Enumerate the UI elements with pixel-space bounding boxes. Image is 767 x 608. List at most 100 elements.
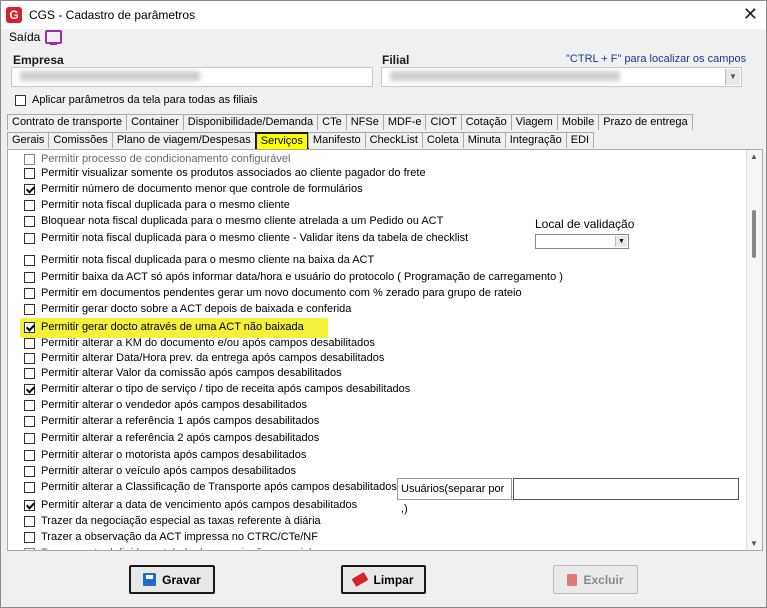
tab-cota-o[interactable]: Cotação [460,114,512,130]
scroll-up-icon[interactable]: ▲ [750,152,758,161]
tab-gerais[interactable]: Gerais [7,132,50,148]
apply-all-row[interactable]: Aplicar parâmetros da tela para todas as… [15,94,258,106]
parameter-checkbox[interactable] [24,303,35,315]
parameter-checkbox[interactable] [24,352,35,364]
scroll-thumb[interactable] [752,210,756,258]
parameter-checkbox[interactable] [24,399,35,411]
parameter-checkbox[interactable] [24,481,35,493]
parameter-checkbox[interactable] [24,199,35,211]
list-item[interactable]: Permitir alterar Valor da comissão após … [24,366,342,380]
parameter-checkbox[interactable] [24,337,35,349]
list-item[interactable]: Permitir alterar a KM do documento e/ou … [24,336,375,350]
tab-prazo-de-entrega[interactable]: Prazo de entrega [598,114,693,130]
close-icon[interactable]: ✕ [743,4,758,24]
parameter-checkbox[interactable] [24,432,35,444]
parameter-checkbox[interactable] [24,383,35,395]
tab-coleta[interactable]: Coleta [421,132,464,148]
parameter-checkbox[interactable] [24,167,35,179]
menu-saida[interactable]: Saída [9,30,40,44]
search-hint: "CTRL + F" para localizar os campos [566,53,747,65]
window-title: CGS - Cadastro de parâmetros [29,8,196,22]
tab-disponibilidade-demanda[interactable]: Disponibilidade/Demanda [182,114,319,130]
scroll-down-icon[interactable]: ▼ [750,539,758,548]
monitor-icon[interactable] [45,30,62,45]
parameter-checkbox[interactable] [24,321,35,333]
tab-cte[interactable]: CTe [317,114,347,130]
parameter-checkbox[interactable] [24,153,35,165]
list-item[interactable]: Permitir gerar docto sobre a ACT depois … [24,302,351,316]
list-item[interactable]: Trazer a observação da ACT impressa no C… [24,530,318,544]
tab-ciot[interactable]: CIOT [425,114,462,130]
tab-integra-o[interactable]: Integração [504,132,567,148]
list-item[interactable]: Permitir gerar docto através de uma ACT … [24,320,304,334]
parameter-checkbox[interactable] [24,287,35,299]
list-item[interactable]: Permitir alterar a Classificação de Tran… [24,480,410,494]
parameter-checkbox[interactable] [24,215,35,227]
list-item[interactable]: Permitir nota fiscal duplicada para o me… [24,198,290,212]
local-validacao-select[interactable]: ▼ [535,234,629,249]
list-item[interactable]: Permitir número de documento menor que c… [24,182,363,196]
parameter-checkbox[interactable] [24,367,35,379]
list-item[interactable]: Permitir alterar o veículo após campos d… [24,464,296,478]
parameter-checkbox[interactable] [24,254,35,266]
list-item[interactable]: Permitir alterar o motorista após campos… [24,448,306,462]
gravar-button[interactable]: Gravar [129,565,215,594]
tab-checklist[interactable]: CheckList [364,132,423,148]
gravar-label: Gravar [162,572,201,587]
list-item[interactable]: Permitir nota fiscal duplicada para o me… [24,253,374,267]
parameter-label: Permitir alterar o veículo após campos d… [41,465,296,477]
list-item[interactable]: Permitir processo de condicionamento con… [24,152,290,166]
list-item[interactable]: Permitir baixa da ACT só após informar d… [24,270,563,284]
vertical-scrollbar[interactable]: ▲ ▼ [746,150,762,550]
list-item[interactable]: Permitir alterar o tipo de serviço / tip… [24,382,410,396]
parameter-label: Permitir gerar docto através de uma ACT … [41,321,304,333]
parameter-label: Permitir alterar a referência 1 após cam… [41,415,320,427]
filial-label: Filial [382,53,410,67]
tab-mdf-e[interactable]: MDF-e [382,114,427,130]
list-item[interactable]: Trazer a rota definida na tabela de nego… [24,546,312,550]
filial-field[interactable]: ▼ [381,67,742,87]
list-item[interactable]: Permitir em documentos pendentes gerar u… [24,286,522,300]
tab-contrato-de-transporte[interactable]: Contrato de transporte [7,114,128,130]
list-item[interactable]: Permitir alterar Data/Hora prev. da entr… [24,351,384,365]
list-item[interactable]: Permitir alterar a referência 1 após cam… [24,414,319,428]
list-item[interactable]: Permitir alterar o vendedor após campos … [24,398,307,412]
tab-nfse[interactable]: NFSe [345,114,384,130]
footer-bar: Gravar Limpar Excluir [1,553,766,607]
empresa-field[interactable] [11,67,373,87]
list-item[interactable]: Permitir nota fiscal duplicada para o me… [24,231,468,245]
limpar-button[interactable]: Limpar [341,565,426,594]
tab-comiss-es[interactable]: Comissões [48,132,113,148]
list-item[interactable]: Trazer da negociação especial as taxas r… [24,514,321,528]
chevron-down-icon[interactable]: ▼ [725,69,740,85]
parameter-checkbox[interactable] [24,183,35,195]
parameter-checkbox[interactable] [24,465,35,477]
parameter-label: Permitir alterar a referência 2 após cam… [41,432,320,444]
tab-edi[interactable]: EDI [565,132,595,148]
parameter-checkbox[interactable] [24,232,35,244]
list-item[interactable]: Bloquear nota fiscal duplicada para o me… [24,214,443,228]
tab-container[interactable]: Container [126,114,184,130]
tab-minuta[interactable]: Minuta [462,132,506,148]
tab-viagem[interactable]: Viagem [510,114,558,130]
tab-mobile[interactable]: Mobile [556,114,600,130]
chevron-down-icon[interactable]: ▼ [615,236,627,247]
parameter-label: Permitir gerar docto sobre a ACT depois … [41,303,352,315]
parameter-checkbox[interactable] [24,415,35,427]
app-logo-icon: G [6,7,22,23]
parameter-checkbox[interactable] [24,547,35,550]
excluir-button[interactable]: Excluir [553,565,638,594]
tab-plano-de-viagem-despesas[interactable]: Plano de viagem/Despesas [111,132,256,148]
parameter-checkbox[interactable] [24,449,35,461]
parameter-checkbox[interactable] [24,271,35,283]
parameter-checkbox[interactable] [24,515,35,527]
parameter-checkbox[interactable] [24,499,35,511]
list-item[interactable]: Permitir alterar a data de vencimento ap… [24,498,357,512]
tab-manifesto[interactable]: Manifesto [307,132,366,148]
usuarios-input[interactable] [513,478,739,500]
list-item[interactable]: Permitir alterar a referência 2 após cam… [24,431,319,445]
apply-all-checkbox[interactable] [15,94,26,106]
parameter-checkbox[interactable] [24,531,35,543]
list-item[interactable]: Permitir visualizar somente os produtos … [24,166,426,180]
empresa-label: Empresa [13,53,64,67]
